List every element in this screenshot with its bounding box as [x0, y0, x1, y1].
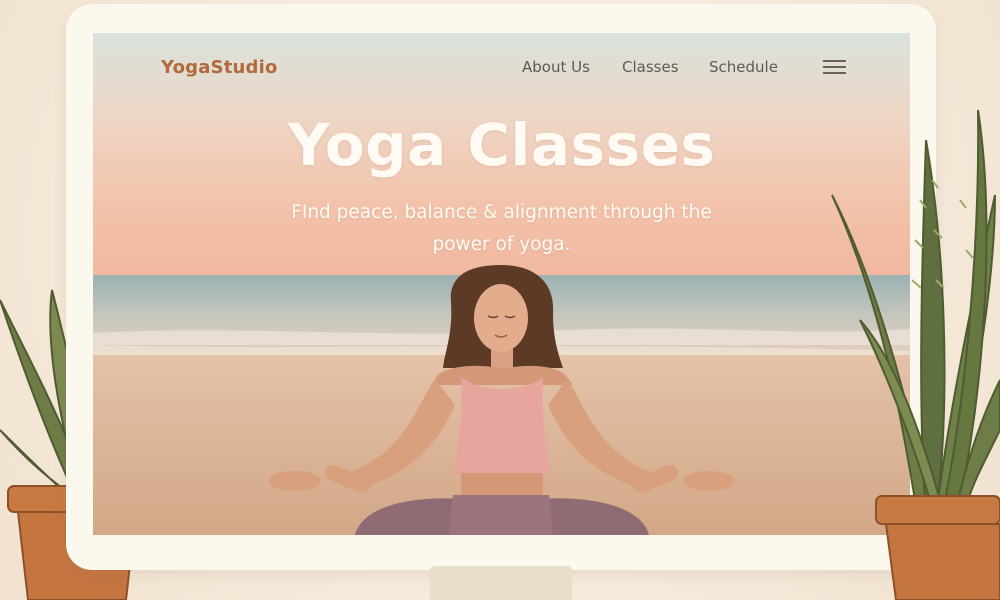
right-plant-pot: [875, 495, 1000, 600]
brand-logo[interactable]: YogaStudio: [161, 57, 278, 78]
hero-subtitle: FInd peace, balance & alignment through …: [291, 202, 712, 255]
scene: YogaStudio About Us Classes Schedule Yog…: [0, 0, 1000, 600]
nav-link-about-us[interactable]: About Us: [522, 58, 590, 76]
hero-background-image: [93, 33, 910, 535]
right-potted-plant: [831, 109, 1000, 600]
hero-title: Yoga Classes: [287, 111, 716, 179]
monitor-stand: [430, 566, 572, 600]
website-screen: YogaStudio About Us Classes Schedule Yog…: [93, 33, 910, 535]
right-plant-leaves: [831, 109, 1000, 501]
top-navigation: YogaStudio About Us Classes Schedule: [93, 33, 910, 103]
nav-link-classes[interactable]: Classes: [622, 58, 679, 76]
nav-link-schedule[interactable]: Schedule: [709, 58, 778, 76]
